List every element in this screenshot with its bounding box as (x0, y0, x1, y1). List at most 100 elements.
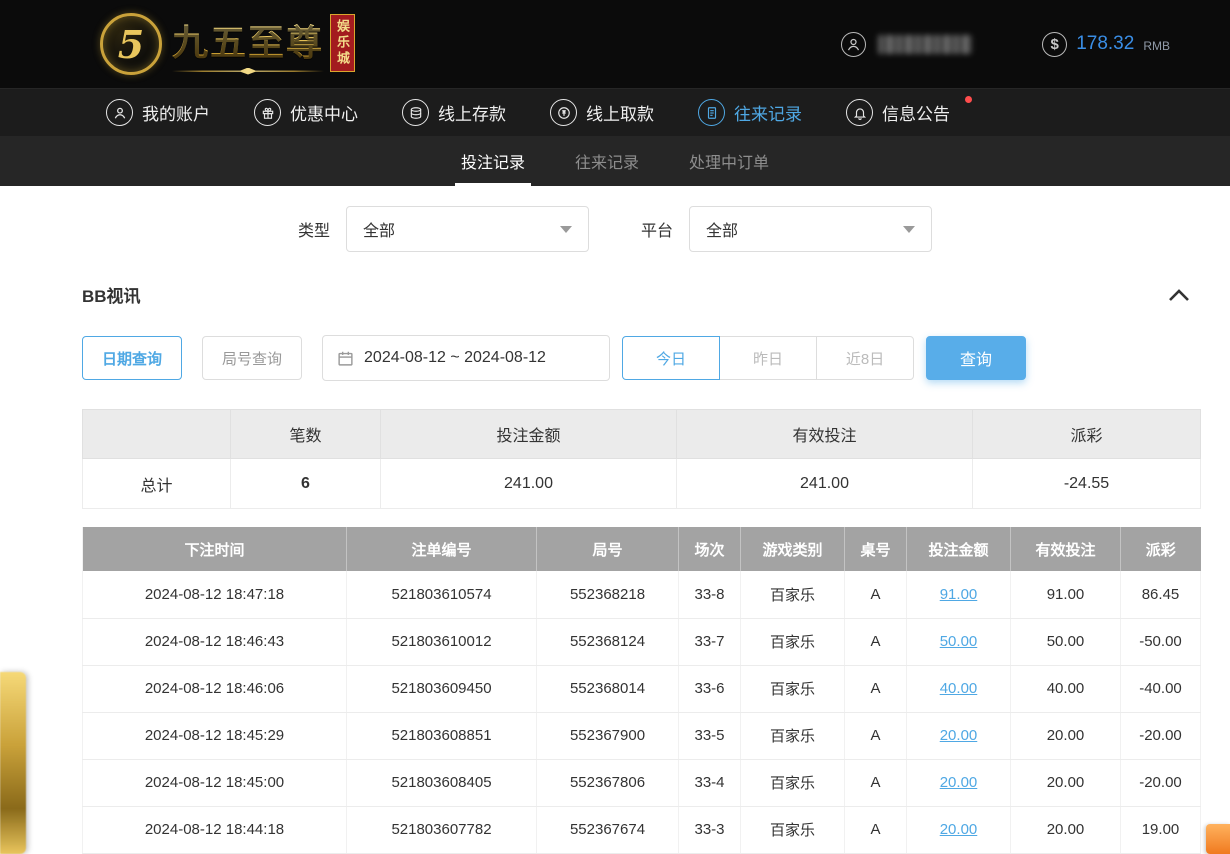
cell-game-type: 百家乐 (741, 618, 845, 665)
nav-label: 往来记录 (734, 100, 802, 125)
table-row: 2024-08-12 18:45:29 521803608851 5523679… (83, 712, 1201, 759)
bet-amount-link[interactable]: 40.00 (940, 680, 978, 697)
cell-round: 552368218 (537, 571, 679, 618)
nav-item-records[interactable]: 往来记录 (698, 99, 802, 126)
section-header: BB视讯 (82, 282, 1200, 307)
yesterday-button[interactable]: 昨日 (719, 336, 817, 380)
cell-table-no: A (845, 806, 907, 853)
table-row: 2024-08-12 18:45:00 521803608405 5523678… (83, 759, 1201, 806)
nav-label: 信息公告 (882, 100, 950, 125)
username-masked[interactable] (878, 35, 972, 54)
quick-range-group: 今日 昨日 近8日 (622, 336, 914, 380)
cell-bet-id: 521803608851 (347, 712, 537, 759)
summary-valid-bet: 241.00 (677, 459, 973, 509)
user-icon (106, 99, 133, 126)
cell-bet-time: 2024-08-12 18:46:06 (83, 665, 347, 712)
col-bet-amount: 投注金额 (907, 527, 1011, 571)
table-row: 2024-08-12 18:46:43 521803610012 5523681… (83, 618, 1201, 665)
summary-header-bet-amount: 投注金额 (381, 410, 677, 459)
floating-promo-right[interactable] (1206, 824, 1230, 854)
logo-title: 九五至尊 (172, 14, 324, 66)
bet-amount-link[interactable]: 91.00 (940, 586, 978, 603)
nav-label: 线上取款 (586, 100, 654, 125)
cell-game-type: 百家乐 (741, 665, 845, 712)
collapse-chevron-up-icon[interactable] (1168, 288, 1190, 302)
filter-row: 类型 全部 平台 全部 (30, 206, 1200, 252)
calendar-icon (337, 350, 354, 367)
round-query-button[interactable]: 局号查询 (202, 336, 302, 380)
cell-session: 33-4 (679, 759, 741, 806)
chevron-down-icon (560, 226, 572, 233)
main-nav: 我的账户 优惠中心 线上存款 线上取款 (0, 88, 1230, 136)
col-game-type: 游戏类别 (741, 527, 845, 571)
table-row: 2024-08-12 18:46:06 521803609450 5523680… (83, 665, 1201, 712)
type-filter-label: 类型 (298, 217, 330, 241)
cell-table-no: A (845, 759, 907, 806)
cell-session: 33-5 (679, 712, 741, 759)
platform-select-value: 全部 (706, 217, 738, 241)
cell-table-no: A (845, 571, 907, 618)
records-icon (698, 99, 725, 126)
cell-payout: -20.00 (1121, 759, 1201, 806)
bell-icon (846, 99, 873, 126)
summary-payout: -24.55 (973, 459, 1201, 509)
bet-amount-link[interactable]: 20.00 (940, 774, 978, 791)
cell-session: 33-6 (679, 665, 741, 712)
cell-valid-bet: 20.00 (1011, 806, 1121, 853)
cell-round: 552367900 (537, 712, 679, 759)
last8days-button[interactable]: 近8日 (816, 336, 914, 380)
col-round: 局号 (537, 527, 679, 571)
floating-promo-left[interactable] (0, 672, 26, 854)
platform-select[interactable]: 全部 (689, 206, 932, 252)
cell-bet-id: 521803608405 (347, 759, 537, 806)
cell-bet-time: 2024-08-12 18:47:18 (83, 571, 347, 618)
cell-valid-bet: 40.00 (1011, 665, 1121, 712)
balance-icon: $ (1042, 32, 1067, 57)
section-title: BB视讯 (82, 282, 141, 307)
logo-emblem-icon: 5 (100, 13, 162, 75)
gift-icon (254, 99, 281, 126)
cell-round: 552367674 (537, 806, 679, 853)
logo-subtitle: 娱乐城 (330, 14, 355, 72)
summary-header-valid-bet: 有效投注 (677, 410, 973, 459)
platform-filter-label: 平台 (641, 217, 673, 241)
table-row: 2024-08-12 18:44:18 521803607782 5523676… (83, 806, 1201, 853)
cell-session: 33-7 (679, 618, 741, 665)
bet-records-table: 下注时间 注单编号 局号 场次 游戏类别 桌号 投注金额 有效投注 派彩 202… (82, 527, 1201, 854)
withdraw-icon (550, 99, 577, 126)
type-select-value: 全部 (363, 217, 395, 241)
bet-amount-link[interactable]: 50.00 (940, 633, 978, 650)
nav-label: 线上存款 (438, 100, 506, 125)
cell-bet-id: 521803610012 (347, 618, 537, 665)
bet-amount-link[interactable]: 20.00 (940, 821, 978, 838)
bet-amount-link[interactable]: 20.00 (940, 727, 978, 744)
col-session: 场次 (679, 527, 741, 571)
col-bet-time: 下注时间 (83, 527, 347, 571)
nav-item-withdraw[interactable]: 线上取款 (550, 99, 654, 126)
search-button[interactable]: 查询 (926, 336, 1026, 380)
nav-item-promotions[interactable]: 优惠中心 (254, 99, 358, 126)
logo: 5 九五至尊 娱乐城 (100, 13, 355, 75)
type-select[interactable]: 全部 (346, 206, 589, 252)
date-range-input[interactable]: 2024-08-12 ~ 2024-08-12 (322, 335, 610, 381)
tab-pending-orders[interactable]: 处理中订单 (687, 136, 771, 186)
cell-bet-time: 2024-08-12 18:46:43 (83, 618, 347, 665)
tab-transaction-records[interactable]: 往来记录 (573, 136, 641, 186)
balance-currency: RMB (1143, 39, 1170, 53)
today-button[interactable]: 今日 (622, 336, 720, 380)
table-header-row: 下注时间 注单编号 局号 场次 游戏类别 桌号 投注金额 有效投注 派彩 (83, 527, 1201, 571)
nav-item-announcements[interactable]: 信息公告 (846, 99, 950, 126)
date-query-button[interactable]: 日期查询 (82, 336, 182, 380)
query-toolbar: 日期查询 局号查询 2024-08-12 ~ 2024-08-12 今日 昨日 … (82, 335, 1200, 381)
cell-valid-bet: 50.00 (1011, 618, 1121, 665)
nav-item-my-account[interactable]: 我的账户 (106, 99, 210, 126)
nav-label: 我的账户 (142, 100, 210, 125)
cell-bet-id: 521803609450 (347, 665, 537, 712)
cell-bet-time: 2024-08-12 18:44:18 (83, 806, 347, 853)
nav-item-deposit[interactable]: 线上存款 (402, 99, 506, 126)
cell-payout: 86.45 (1121, 571, 1201, 618)
cell-session: 33-8 (679, 571, 741, 618)
avatar-icon[interactable] (841, 32, 866, 57)
tab-bet-records[interactable]: 投注记录 (459, 136, 527, 186)
cell-session: 33-3 (679, 806, 741, 853)
